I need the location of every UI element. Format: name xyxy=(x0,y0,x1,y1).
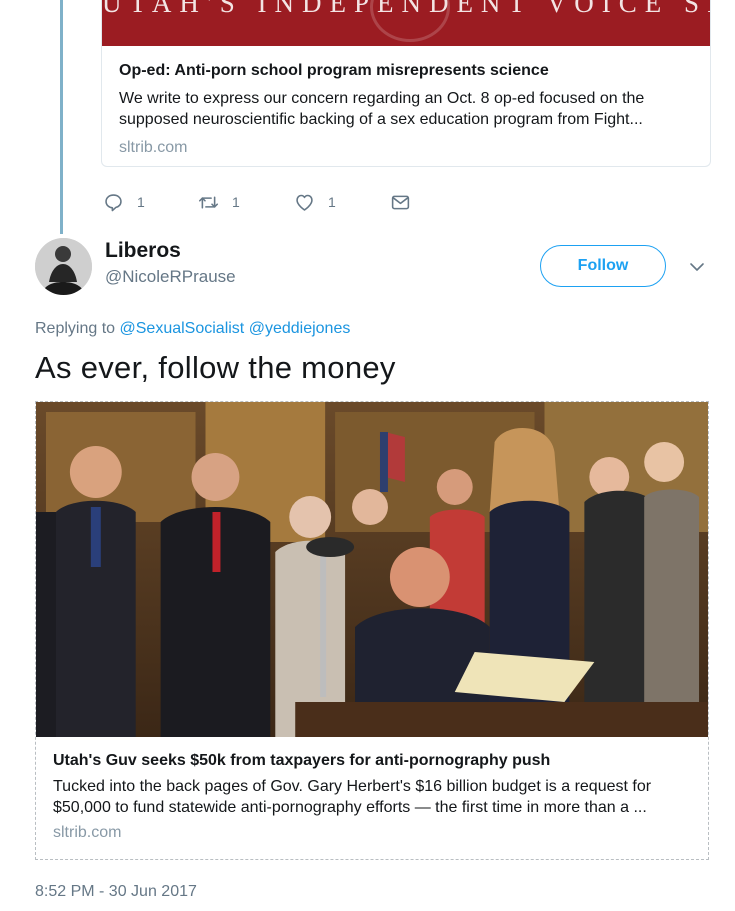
mention-link-1[interactable]: @SexualSocialist xyxy=(120,320,245,337)
replying-prefix: Replying to xyxy=(35,320,120,337)
link-card[interactable]: Utah's Guv seeks $50k from taxpayers for… xyxy=(35,401,709,860)
card-banner-image: UTAH'S INDEPENDENT VOICE SINCE 1871 xyxy=(102,0,710,46)
reply-count: 1 xyxy=(137,194,145,210)
card-description: We write to express our concern regardin… xyxy=(119,90,645,128)
retweet-count: 1 xyxy=(232,194,240,210)
card-domain: sltrib.com xyxy=(119,139,188,156)
tweet-action-bar: 1 1 1 xyxy=(103,191,411,213)
avatar[interactable] xyxy=(35,238,92,295)
avatar-image xyxy=(35,238,92,295)
follow-button[interactable]: Follow xyxy=(540,245,666,287)
chevron-down-icon[interactable] xyxy=(688,258,706,276)
reply-button[interactable]: 1 xyxy=(103,192,198,213)
replying-to-line: Replying to @SexualSocialist @yeddiejone… xyxy=(35,320,350,338)
envelope-icon xyxy=(391,195,410,209)
thread-connector-line xyxy=(60,0,63,234)
like-count: 1 xyxy=(328,194,336,210)
banner-text: UTAH'S INDEPENDENT VOICE SINCE 1871 xyxy=(102,0,710,18)
tweet-timestamp[interactable]: 8:52 PM - 30 Jun 2017 xyxy=(35,883,197,901)
retweet-icon xyxy=(198,195,219,209)
card-domain: sltrib.com xyxy=(53,824,122,841)
retweet-button[interactable]: 1 xyxy=(198,192,294,213)
mention-link-2[interactable]: @yeddiejones xyxy=(249,320,351,337)
quoted-link-card[interactable]: UTAH'S INDEPENDENT VOICE SINCE 1871 Op-e… xyxy=(101,0,711,167)
like-button[interactable]: 1 xyxy=(294,192,390,213)
direct-message-button[interactable] xyxy=(390,192,411,213)
card-title[interactable]: Op-ed: Anti-porn school program misrepre… xyxy=(119,61,693,81)
author-handle[interactable]: @NicoleRPrause xyxy=(105,267,236,287)
author-name[interactable]: Liberos xyxy=(105,239,181,263)
card-description: Tucked into the back pages of Gov. Gary … xyxy=(53,778,652,816)
tweet-text: As ever, follow the money xyxy=(35,350,396,385)
card-title[interactable]: Utah's Guv seeks $50k from taxpayers for… xyxy=(53,751,691,771)
heart-icon xyxy=(296,194,313,211)
reply-icon xyxy=(105,193,122,211)
article-photo xyxy=(36,402,708,737)
